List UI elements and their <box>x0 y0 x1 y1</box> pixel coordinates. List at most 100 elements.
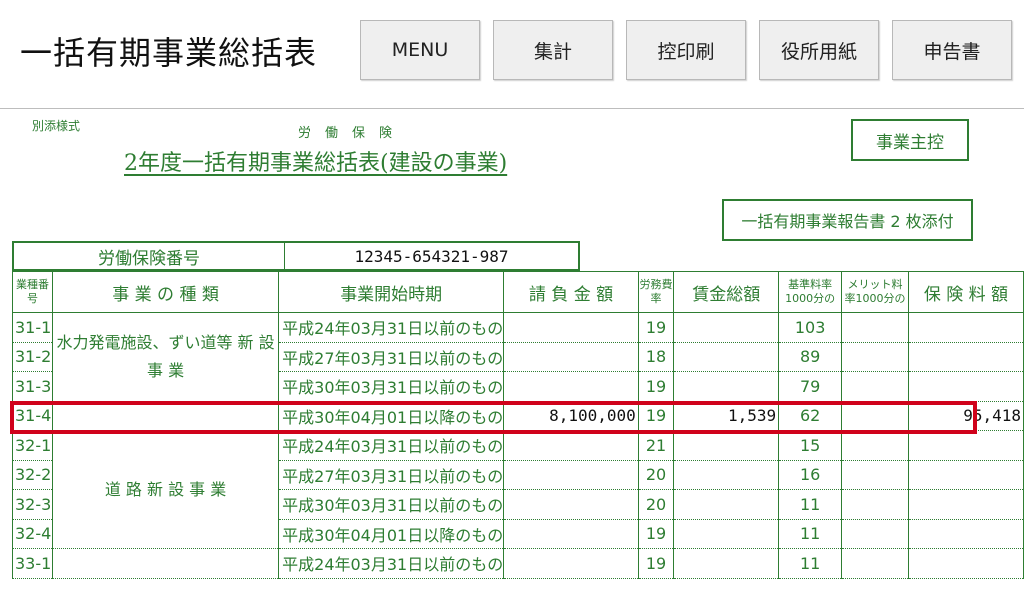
summary-button[interactable]: 集計 <box>493 20 613 80</box>
row-wage[interactable]: 1,539 <box>673 400 780 431</box>
row-premium[interactable] <box>907 489 1024 520</box>
row-wage[interactable] <box>673 548 780 579</box>
row-contract[interactable] <box>503 312 639 343</box>
print-copy-button[interactable]: 控印刷 <box>626 20 746 80</box>
row-base-rate: 16 <box>778 459 843 490</box>
row-code: 32-1 <box>12 430 53 461</box>
row-base-rate: 15 <box>778 430 843 461</box>
row-merit-rate[interactable] <box>841 459 909 490</box>
row-contract[interactable] <box>503 430 639 461</box>
header-base-rate: 基準料率1000分の <box>778 271 843 313</box>
row-wage[interactable] <box>673 312 780 343</box>
row-start: 平成24年03月31日以前のもの <box>278 548 505 579</box>
row-kind: 水力発電施設、ずい道等 新 設 事 業 <box>51 312 280 402</box>
form-label: 別添様式 <box>32 119 81 133</box>
header-code: 業種番号 <box>12 271 53 313</box>
row-premium[interactable] <box>907 459 1024 490</box>
row-contract[interactable] <box>503 489 639 520</box>
table-header: 業種番号 事 業 の 種 類 事業開始時期 請 負 金 額 労務費率 賃金総額 … <box>12 271 1024 313</box>
row-base-rate: 11 <box>778 518 843 549</box>
row-code: 31-1 <box>12 312 53 343</box>
table-row: 32-1 道 路 新 設 事 業平成24年03月31日以前のもの 21 15 <box>12 430 1024 549</box>
attachment-label-box: 一括有期事業報告書 2 枚添付 <box>722 199 973 241</box>
row-contract[interactable] <box>503 518 639 549</box>
row-base-rate: 11 <box>778 548 843 579</box>
header-kind: 事 業 の 種 類 <box>51 271 280 313</box>
row-wage[interactable] <box>673 341 780 372</box>
header-start: 事業開始時期 <box>278 271 505 313</box>
insurance-number-value[interactable]: 12345-654321-987 <box>285 243 578 269</box>
row-start: 平成24年03月31日以前のもの <box>278 312 505 343</box>
row-start: 平成27年03月31日以前のもの <box>278 459 505 490</box>
row-base-rate: 62 <box>778 400 843 431</box>
row-labor-rate: 19 <box>637 371 675 402</box>
header-premium: 保 険 料 額 <box>907 271 1024 313</box>
row-merit-rate[interactable] <box>841 312 909 343</box>
row-contract[interactable] <box>503 341 639 372</box>
office-form-button[interactable]: 役所用紙 <box>759 20 879 80</box>
row-labor-rate: 21 <box>637 430 675 461</box>
row-premium[interactable] <box>907 341 1024 372</box>
row-merit-rate[interactable] <box>841 371 909 402</box>
row-base-rate: 79 <box>778 371 843 402</box>
row-kind <box>51 400 280 431</box>
row-labor-rate: 19 <box>637 400 675 431</box>
row-wage[interactable] <box>673 489 780 520</box>
row-merit-rate[interactable] <box>841 341 909 372</box>
row-code: 32-2 <box>12 459 53 490</box>
row-code: 32-3 <box>12 489 53 520</box>
row-premium[interactable] <box>907 430 1024 461</box>
row-contract[interactable] <box>503 371 639 402</box>
row-merit-rate[interactable] <box>841 430 909 461</box>
row-wage[interactable] <box>673 371 780 402</box>
row-wage[interactable] <box>673 459 780 490</box>
row-start: 平成30年03月31日以前のもの <box>278 371 505 402</box>
header-contract: 請 負 金 額 <box>503 271 639 313</box>
form-sheet: 別添様式 労働保険 2年度一括有期事業総括表(建設の事業) 事業主控 一括有期事… <box>0 109 1024 589</box>
row-contract[interactable] <box>503 548 639 579</box>
row-premium[interactable]: 95,418 <box>907 400 1024 431</box>
table-row: 33-1 平成24年03月31日以前のもの 19 11 <box>12 548 1024 579</box>
row-wage[interactable] <box>673 518 780 549</box>
row-start: 平成27年03月31日以前のもの <box>278 341 505 372</box>
menu-button[interactable]: MENU <box>360 20 480 80</box>
row-base-rate: 89 <box>778 341 843 372</box>
row-labor-rate: 18 <box>637 341 675 372</box>
row-code: 32-4 <box>12 518 53 549</box>
row-wage[interactable] <box>673 430 780 461</box>
row-merit-rate[interactable] <box>841 489 909 520</box>
row-merit-rate[interactable] <box>841 548 909 579</box>
summary-table: 業種番号 事 業 の 種 類 事業開始時期 請 負 金 額 労務費率 賃金総額 … <box>12 271 1024 579</box>
row-start: 平成30年03月31日以前のもの <box>278 489 505 520</box>
row-merit-rate[interactable] <box>841 400 909 431</box>
form-title: 2年度一括有期事業総括表(建設の事業) <box>124 151 508 176</box>
row-kind: 道 路 新 設 事 業 <box>51 430 280 549</box>
row-kind <box>51 548 280 579</box>
row-premium[interactable] <box>907 548 1024 579</box>
row-labor-rate: 20 <box>637 489 675 520</box>
row-labor-rate: 19 <box>637 548 675 579</box>
title-superscript: 労働保険 <box>298 126 407 141</box>
row-contract[interactable] <box>503 459 639 490</box>
row-premium[interactable] <box>907 312 1024 343</box>
row-code: 31-4 <box>12 400 53 431</box>
table-body: 31-1 水力発電施設、ずい道等 新 設 事 業平成24年03月31日以前のもの 1… <box>12 312 1024 579</box>
insurance-number-row: 労働保険番号 12345-654321-987 <box>12 241 580 271</box>
row-premium[interactable] <box>907 518 1024 549</box>
row-merit-rate[interactable] <box>841 518 909 549</box>
row-premium[interactable] <box>907 371 1024 402</box>
row-start: 平成24年03月31日以前のもの <box>278 430 505 461</box>
row-start: 平成30年04月01日以降のもの <box>278 400 505 431</box>
row-labor-rate: 19 <box>637 312 675 343</box>
declaration-button[interactable]: 申告書 <box>892 20 1012 80</box>
row-code: 31-3 <box>12 371 53 402</box>
top-bar: 一括有期事業総括表 MENU 集計 控印刷 役所用紙 申告書 <box>0 0 1024 109</box>
app-title: 一括有期事業総括表 <box>20 34 318 72</box>
table-row: 31-1 水力発電施設、ずい道等 新 設 事 業平成24年03月31日以前のもの 1… <box>12 312 1024 402</box>
header-wage: 賃金総額 <box>673 271 780 313</box>
row-start: 平成30年04月01日以降のもの <box>278 518 505 549</box>
header-merit-rate: メリット料率1000分の <box>841 271 909 313</box>
row-contract[interactable]: 8,100,000 <box>503 400 639 431</box>
row-labor-rate: 19 <box>637 518 675 549</box>
header-labor-rate: 労務費率 <box>637 271 675 313</box>
